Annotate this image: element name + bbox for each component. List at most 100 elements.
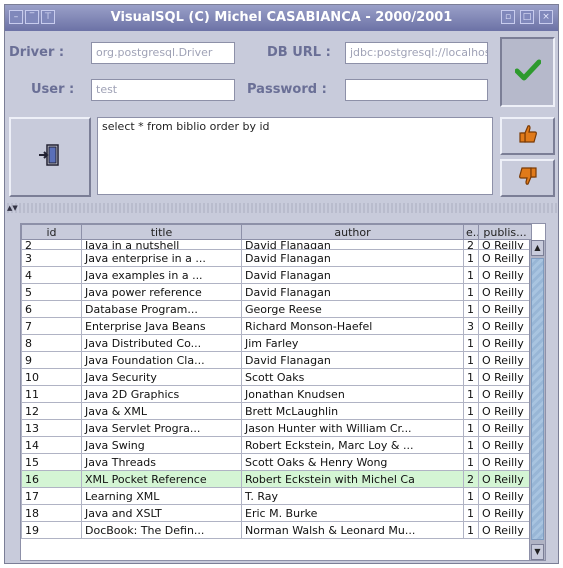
table-row[interactable]: 14 Java Swing Robert Eckstein, Marc Loy & … xyxy=(21,436,532,454)
table-cell[interactable]: Scott Oaks xyxy=(241,368,464,386)
table-cell[interactable]: Jim Farley xyxy=(241,334,464,352)
table-row[interactable]: 16 XML Pocket Reference Robert Eckstein wi… xyxy=(21,470,532,488)
table-row[interactable]: 10 Java Security Scott Oaks 1 O Reilly xyxy=(21,368,532,386)
split-pane-divider[interactable]: ▲▼ xyxy=(5,203,558,213)
sql-query-editor[interactable]: select * from biblio order by id xyxy=(97,117,493,195)
table-cell[interactable]: 7 xyxy=(21,317,82,335)
table-cell[interactable]: 2 xyxy=(21,239,82,250)
table-cell[interactable]: O Reilly xyxy=(478,283,532,301)
table-row[interactable]: 3 Java enterprise in a ... David Flanagan 1… xyxy=(21,249,532,267)
column-header-edition[interactable]: e... xyxy=(463,224,479,240)
table-row[interactable]: 6 Database Program... George Reese 1 O Reil… xyxy=(21,300,532,318)
table-cell[interactable]: Jason Hunter with William Cr... xyxy=(241,419,464,437)
table-cell[interactable]: O Reilly xyxy=(478,521,532,539)
table-cell[interactable]: 1 xyxy=(463,283,479,301)
thumbs-up-button[interactable] xyxy=(500,117,555,155)
table-cell[interactable]: 12 xyxy=(21,402,82,420)
table-cell[interactable]: Scott Oaks & Henry Wong xyxy=(241,453,464,471)
table-cell[interactable]: O Reilly xyxy=(478,470,532,488)
table-cell[interactable]: Java power reference xyxy=(81,283,242,301)
table-row[interactable]: 13 Java Servlet Progra... Jason Hunter wit… xyxy=(21,419,532,437)
table-cell[interactable]: 3 xyxy=(21,249,82,267)
table-cell[interactable]: 10 xyxy=(21,368,82,386)
driver-field[interactable]: org.postgresql.Driver xyxy=(91,42,235,64)
column-header-author[interactable]: author xyxy=(241,224,464,240)
table-cell[interactable]: 1 xyxy=(463,249,479,267)
table-cell[interactable]: 1 xyxy=(463,351,479,369)
table-cell[interactable]: 19 xyxy=(21,521,82,539)
table-cell[interactable]: O Reilly xyxy=(478,402,532,420)
table-cell[interactable]: Java Swing xyxy=(81,436,242,454)
table-cell[interactable]: O Reilly xyxy=(478,385,532,403)
table-cell[interactable]: 9 xyxy=(21,351,82,369)
table-row[interactable]: 12 Java & XML Brett McLaughlin 1 O Reilly xyxy=(21,402,532,420)
table-row[interactable]: 17 Learning XML T. Ray 1 O Reilly xyxy=(21,487,532,505)
table-cell[interactable]: Enterprise Java Beans xyxy=(81,317,242,335)
close-button[interactable]: × xyxy=(539,10,553,24)
table-row[interactable]: 8 Java Distributed Co... Jim Farley 1 O Reil… xyxy=(21,334,532,352)
table-cell[interactable]: O Reilly xyxy=(478,266,532,284)
table-cell[interactable]: 1 xyxy=(463,504,479,522)
table-cell[interactable]: O Reilly xyxy=(478,368,532,386)
table-cell[interactable]: Java examples in a ... xyxy=(81,266,242,284)
table-cell[interactable]: O Reilly xyxy=(478,453,532,471)
table-cell[interactable]: Java Foundation Cla... xyxy=(81,351,242,369)
table-cell[interactable]: David Flanagan xyxy=(241,266,464,284)
table-cell[interactable]: Java and XSLT xyxy=(81,504,242,522)
table-cell[interactable]: Richard Monson-Haefel xyxy=(241,317,464,335)
table-cell[interactable]: 2 xyxy=(463,470,479,488)
table-cell[interactable]: O Reilly xyxy=(478,249,532,267)
table-cell[interactable]: DocBook: The Defin... xyxy=(81,521,242,539)
table-cell[interactable]: George Reese xyxy=(241,300,464,318)
table-cell[interactable]: Robert Eckstein, Marc Loy & ... xyxy=(241,436,464,454)
table-cell[interactable]: 6 xyxy=(21,300,82,318)
table-row[interactable]: 2 Java in a nutshell David Flanagan 2 O Reil… xyxy=(21,239,532,250)
table-cell[interactable]: Norman Walsh & Leonard Mu... xyxy=(241,521,464,539)
table-row[interactable]: 7 Enterprise Java Beans Richard Monson-Hae… xyxy=(21,317,532,335)
table-cell[interactable]: 1 xyxy=(463,334,479,352)
table-row[interactable]: 18 Java and XSLT Eric M. Burke 1 O Reilly xyxy=(21,504,532,522)
user-field[interactable]: test xyxy=(91,79,235,101)
table-cell[interactable]: Java enterprise in a ... xyxy=(81,249,242,267)
table-cell[interactable]: Java Distributed Co... xyxy=(81,334,242,352)
maximize-button[interactable]: □ xyxy=(520,10,534,24)
vertical-scrollbar[interactable]: ▲ ▼ xyxy=(529,240,545,560)
table-cell[interactable]: 1 xyxy=(463,419,479,437)
table-row[interactable]: 5 Java power reference David Flanagan 1 O Re… xyxy=(21,283,532,301)
table-row[interactable]: 11 Java 2D Graphics Jonathan Knudsen 1 O Rei… xyxy=(21,385,532,403)
table-row[interactable]: 15 Java Threads Scott Oaks & Henry Wong 1 O … xyxy=(21,453,532,471)
table-cell[interactable]: 4 xyxy=(21,266,82,284)
table-cell[interactable]: 14 xyxy=(21,436,82,454)
table-cell[interactable]: 1 xyxy=(463,521,479,539)
table-cell[interactable]: Java Threads xyxy=(81,453,242,471)
table-cell[interactable]: O Reilly xyxy=(478,504,532,522)
table-row[interactable]: 19 DocBook: The Defin... Norman Walsh & Le… xyxy=(21,521,532,539)
table-cell[interactable]: 16 xyxy=(21,470,82,488)
table-cell[interactable]: 1 xyxy=(463,300,479,318)
table-cell[interactable]: XML Pocket Reference xyxy=(81,470,242,488)
execute-query-button[interactable] xyxy=(9,117,91,197)
table-cell[interactable]: 15 xyxy=(21,453,82,471)
table-cell[interactable]: T. Ray xyxy=(241,487,464,505)
table-cell[interactable]: 1 xyxy=(463,453,479,471)
column-header-publisher[interactable]: publis... xyxy=(478,224,532,240)
table-cell[interactable]: O Reilly xyxy=(478,300,532,318)
db-url-field[interactable]: jdbc:postgresql://localhost/test xyxy=(345,42,488,64)
table-cell[interactable]: 1 xyxy=(463,368,479,386)
table-cell[interactable]: 1 xyxy=(463,385,479,403)
table-cell[interactable]: O Reilly xyxy=(478,487,532,505)
table-cell[interactable]: Java 2D Graphics xyxy=(81,385,242,403)
table-cell[interactable]: O Reilly xyxy=(478,239,532,250)
password-field[interactable] xyxy=(345,79,488,101)
connect-button[interactable] xyxy=(500,37,555,107)
table-cell[interactable]: 1 xyxy=(463,436,479,454)
table-cell[interactable]: Java in a nutshell xyxy=(81,239,242,250)
table-cell[interactable]: Brett McLaughlin xyxy=(241,402,464,420)
scrollbar-thumb[interactable] xyxy=(531,258,544,540)
table-cell[interactable]: 1 xyxy=(463,487,479,505)
thumbs-down-button[interactable] xyxy=(500,159,555,197)
table-cell[interactable]: O Reilly xyxy=(478,436,532,454)
results-table[interactable]: id title author e... publis... 2Java in … xyxy=(21,224,532,539)
table-cell[interactable]: 8 xyxy=(21,334,82,352)
column-header-title[interactable]: title xyxy=(81,224,242,240)
